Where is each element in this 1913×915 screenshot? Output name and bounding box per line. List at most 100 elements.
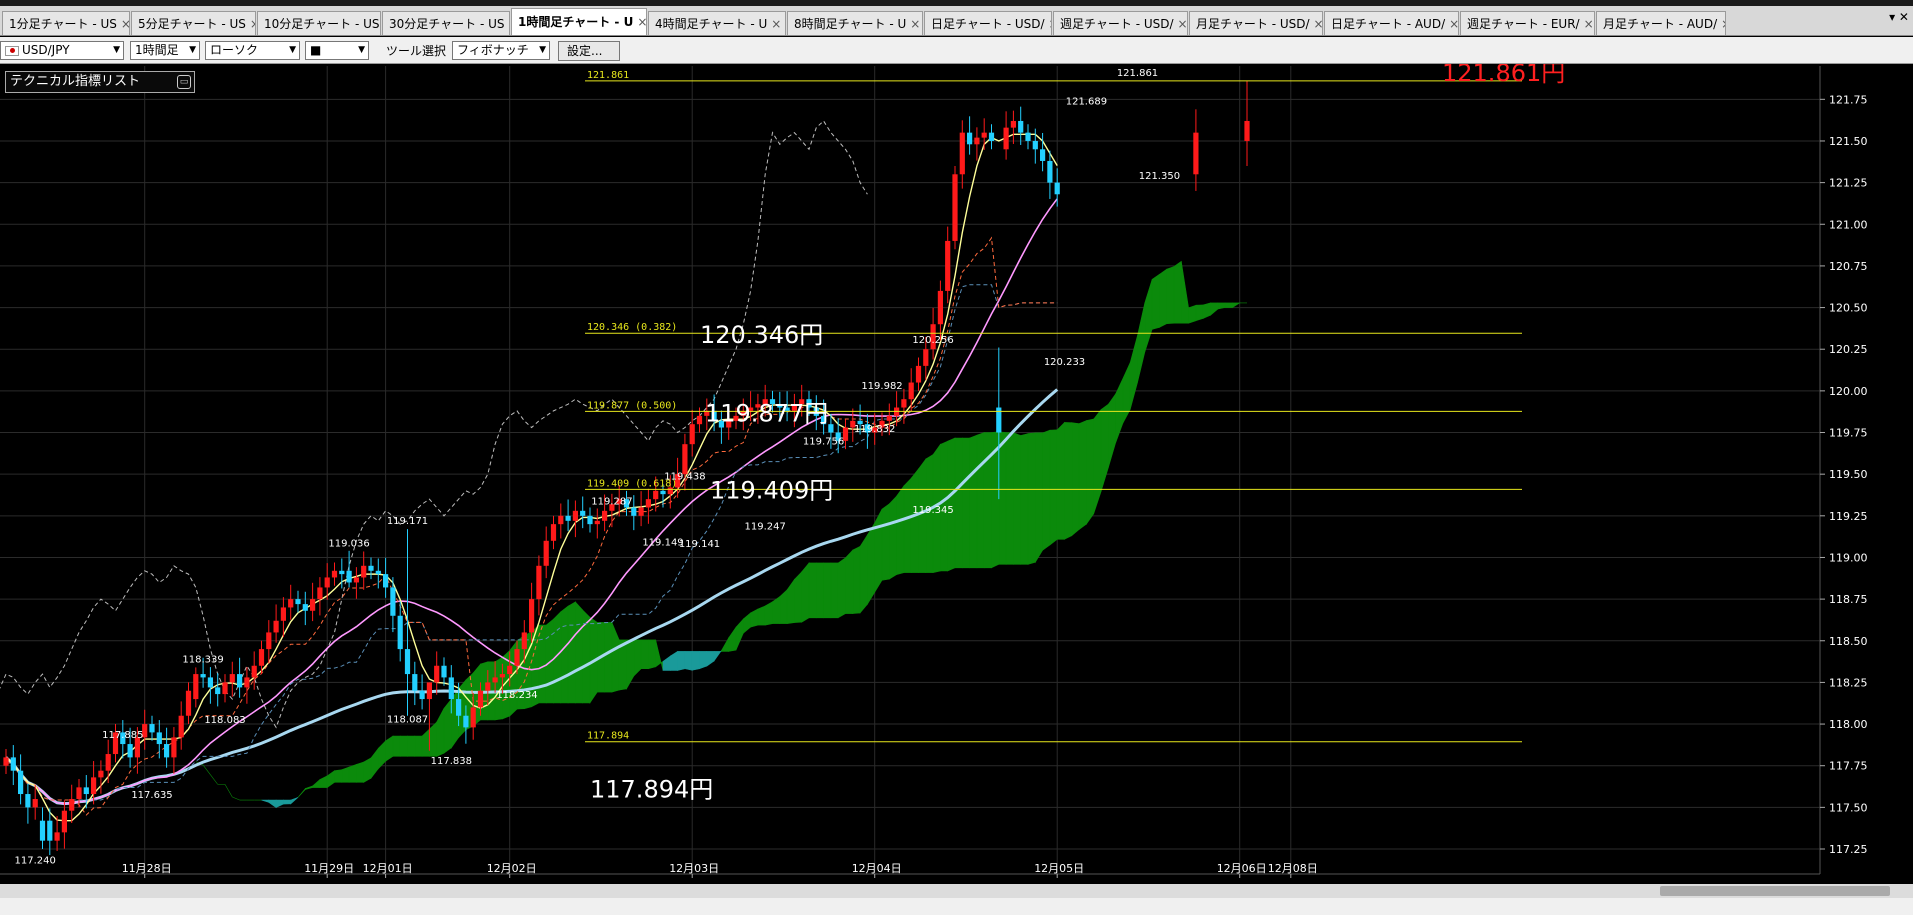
candle-body — [507, 665, 513, 675]
candle-body — [295, 599, 301, 605]
tab-3[interactable]: 10分足チャート - US× — [257, 11, 381, 35]
collapse-icon[interactable]: ▭ — [177, 75, 191, 89]
candle-body — [572, 510, 578, 521]
chart-toolbar: USD/JPY ▼ 1時間足 ▼ ローソク ▼ ■ ▼ ツール選択 フィボナッチ ▼ 設定… — [0, 37, 1913, 64]
candle-body — [1010, 120, 1016, 128]
candle-body — [580, 510, 586, 516]
style-select[interactable]: ■ ▼ — [305, 41, 369, 60]
candle-body — [419, 690, 425, 700]
close-icon[interactable]: × — [637, 15, 646, 29]
cloud-segment — [1122, 362, 1131, 424]
cloud-segment — [786, 578, 795, 624]
price-label: 119.287 — [591, 497, 632, 508]
price-label: 118.087 — [387, 715, 428, 726]
sma-short-line — [5, 133, 1058, 822]
close-icon[interactable]: × — [121, 17, 129, 31]
close-icon[interactable]: × — [1721, 17, 1725, 31]
candle-body — [353, 577, 359, 583]
close-icon[interactable]: × — [1178, 17, 1187, 31]
close-icon[interactable]: × — [1584, 17, 1594, 31]
candle-body — [361, 565, 367, 578]
cloud-segment — [560, 605, 569, 704]
tab-12[interactable]: 週足チャート - EUR/ × — [1460, 11, 1595, 35]
close-icon[interactable]: × — [1049, 17, 1051, 31]
tab-13[interactable]: 月足チャート - AUD/× — [1596, 11, 1726, 35]
candle — [69, 784, 75, 824]
fib-price-callout: 119.877円 — [705, 399, 828, 427]
close-icon[interactable]: × — [250, 17, 255, 31]
candle-body — [10, 757, 16, 771]
close-icon[interactable]: × — [1314, 17, 1322, 31]
cloud-segment — [348, 763, 357, 783]
candle — [229, 661, 235, 697]
fib-level-label: 117.894 — [587, 731, 629, 742]
tab-4[interactable]: 30分足チャート - US × — [382, 11, 510, 35]
candle — [171, 727, 177, 774]
cloud-segment — [969, 434, 978, 569]
cloud-segment — [1056, 421, 1065, 540]
cloud-segment — [691, 651, 700, 671]
y-axis: 117.25 117.50 117.75 118.00 118.25 118.50 118.… — [1819, 66, 1868, 874]
candle — [638, 491, 644, 527]
candle — [397, 601, 403, 662]
candle — [164, 727, 170, 768]
candle-body — [1047, 160, 1053, 183]
close-icon[interactable]: × — [1449, 17, 1458, 31]
candle-body — [324, 577, 330, 588]
cloud-segment — [1144, 279, 1153, 353]
cloud-segment — [976, 432, 985, 569]
y-tick-label: 121.25 — [1829, 177, 1868, 190]
currency-pair-select[interactable]: USD/JPY ▼ — [0, 41, 124, 60]
cloud-segment — [283, 799, 292, 805]
y-tick-label: 119.50 — [1829, 468, 1868, 481]
price-chart[interactable]: 121.861 121.861円 120.346 (0.382) 120.346円 11… — [0, 64, 1913, 884]
cloud-segment — [728, 626, 737, 652]
tab-controls[interactable]: ▾ ✕ — [1889, 10, 1909, 24]
price-label: 118.083 — [204, 715, 245, 726]
candle — [54, 816, 60, 852]
cloud-segment — [224, 784, 233, 798]
candle — [47, 808, 53, 856]
cloud-segment — [538, 624, 547, 704]
candle — [952, 165, 958, 250]
horizontal-scrollbar[interactable] — [0, 884, 1913, 898]
cloud-segment — [888, 495, 897, 580]
tab-7[interactable]: 8時間足チャート - U × — [787, 11, 923, 35]
close-icon[interactable]: × — [910, 17, 920, 31]
tab-6[interactable]: 4時間足チャート - U × — [648, 11, 786, 35]
drawing-tool-select[interactable]: フィボナッチ ▼ — [452, 41, 550, 60]
candle-body — [47, 820, 53, 841]
candle-body — [200, 674, 206, 678]
cloud-segment — [1181, 261, 1189, 324]
cloud-segment — [735, 618, 744, 651]
cloud-segment — [1210, 302, 1219, 316]
cloud-segment — [1064, 422, 1073, 540]
candle-body — [514, 649, 520, 666]
close-icon[interactable]: × — [771, 17, 781, 31]
settings-button[interactable]: 設定... — [558, 41, 620, 61]
candle-body — [1193, 132, 1199, 175]
candle-body — [25, 794, 31, 808]
candle-body — [105, 754, 111, 771]
tab-9[interactable]: 週足チャート - USD/ × — [1053, 11, 1188, 35]
chart-type-select[interactable]: ローソク ▼ — [205, 41, 300, 60]
candle-body — [1040, 149, 1046, 161]
tab-8[interactable]: 日足チャート - USD/ × — [924, 11, 1052, 35]
technical-indicator-list[interactable]: テクニカル指標リスト ▭ — [5, 71, 195, 93]
tab-10[interactable]: 月足チャート - USD/ × — [1189, 11, 1323, 35]
candle-body — [18, 770, 24, 795]
x-tick-label: 12月05日 — [1034, 862, 1084, 875]
candle-body — [558, 515, 564, 525]
tab-2[interactable]: 5分足チャート - US × — [131, 11, 256, 35]
candle-body — [653, 490, 659, 500]
cloud-segment — [421, 728, 430, 757]
y-tick-label: 119.00 — [1829, 551, 1868, 564]
close-icon[interactable]: × — [509, 17, 510, 31]
chart-tab-bar: 1分足チャート - US×5分足チャート - US×10分足チャート - US×… — [0, 6, 1913, 36]
tab-11[interactable]: 日足チャート - AUD/× — [1324, 11, 1459, 35]
tab-5[interactable]: 1時間足チャート - U × — [511, 8, 647, 35]
cloud-segment — [845, 549, 854, 614]
scrollbar-thumb[interactable] — [1660, 886, 1890, 896]
tab-1[interactable]: 1分足チャート - US × — [2, 11, 130, 35]
timeframe-select[interactable]: 1時間足 ▼ — [130, 41, 200, 60]
